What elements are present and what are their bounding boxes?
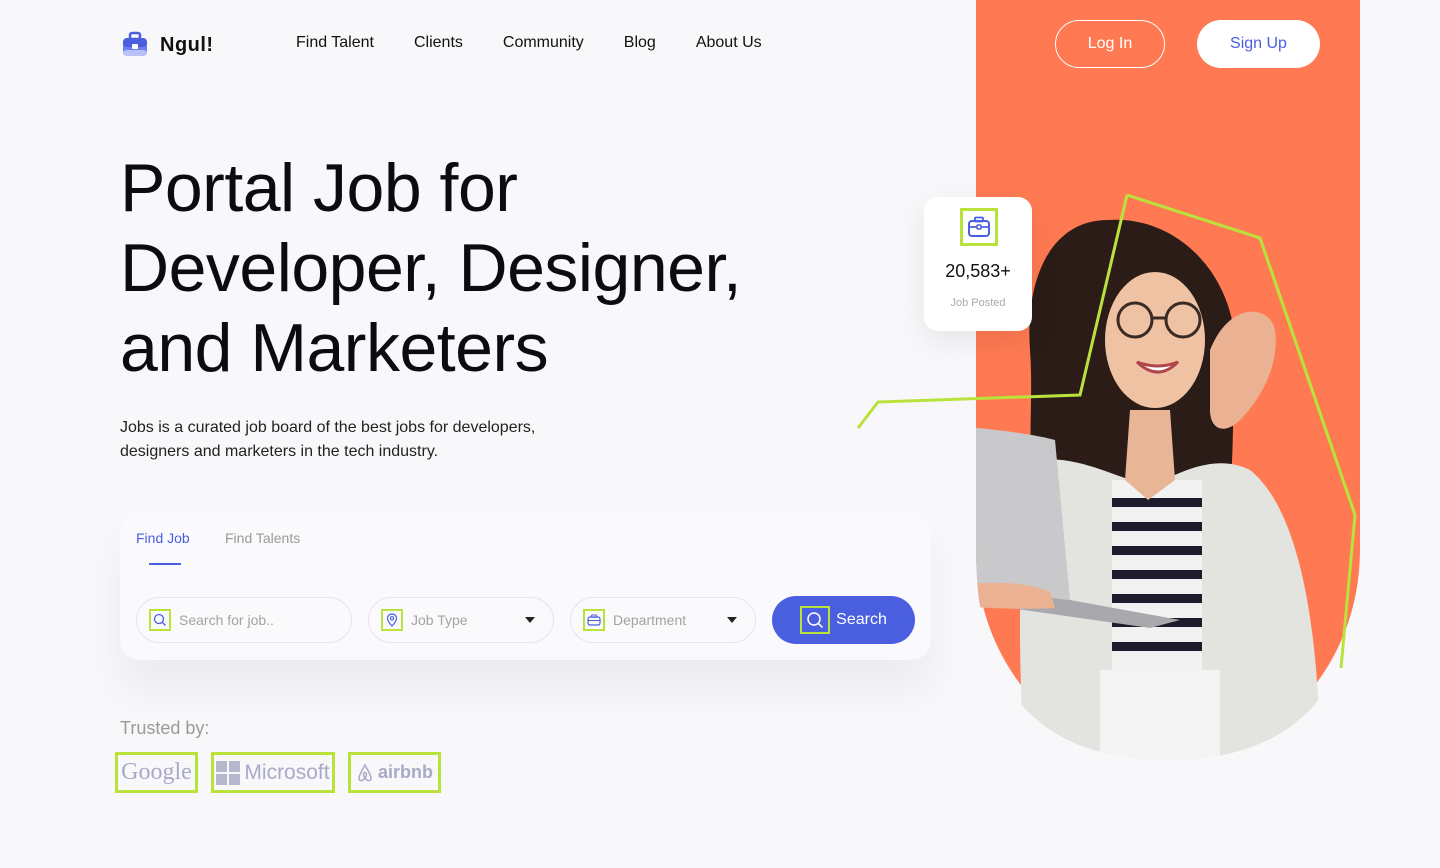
- headline-line-2: Developer, Designer,: [120, 230, 742, 306]
- trusted-by-label: Trusted by:: [120, 718, 210, 738]
- headline-line-1: Portal Job for: [120, 150, 518, 226]
- chevron-down-icon: [525, 617, 535, 623]
- windows-grid-icon: [216, 760, 241, 785]
- jobs-posted-count: 20,583+: [945, 261, 1011, 281]
- search-button-label: Search: [836, 611, 887, 628]
- signup-button[interactable]: Sign Up: [1197, 20, 1320, 68]
- google-logo-text: Google: [121, 759, 192, 785]
- job-type-select[interactable]: Job Type: [368, 597, 554, 643]
- airbnb-logo: airbnb: [348, 752, 441, 793]
- search-icon: [149, 609, 171, 631]
- job-search-field[interactable]: [136, 597, 352, 643]
- login-button[interactable]: Log In: [1055, 20, 1165, 68]
- airbnb-logo-text: airbnb: [377, 762, 433, 782]
- search-button[interactable]: Search: [772, 596, 915, 644]
- briefcase-logo-icon: [123, 31, 147, 56]
- department-value: Department: [613, 612, 687, 628]
- nav-about-us[interactable]: About Us: [696, 34, 762, 52]
- jobs-posted-stat-card: 20,583+ Job Posted: [924, 197, 1032, 331]
- jobs-posted-label: Job Posted: [950, 297, 1006, 309]
- search-icon: [800, 606, 831, 634]
- hero-subtext: Jobs is a curated job board of the best …: [120, 419, 536, 460]
- department-select[interactable]: Department: [570, 597, 756, 643]
- microsoft-logo-text: Microsoft: [244, 760, 330, 784]
- hero-headline: Portal Job for Developer, Designer, and …: [120, 148, 880, 388]
- nav-blog[interactable]: Blog: [624, 34, 656, 52]
- main-nav: Find Talent Clients Community Blog About…: [296, 34, 762, 52]
- job-type-value: Job Type: [411, 612, 468, 628]
- nav-find-talent[interactable]: Find Talent: [296, 34, 374, 52]
- logo[interactable]: Ngul!: [120, 30, 214, 60]
- tab-find-job[interactable]: Find Job: [136, 530, 190, 546]
- logo-text: Ngul!: [160, 33, 214, 56]
- google-logo: Google: [115, 752, 198, 793]
- chevron-down-icon: [727, 617, 737, 623]
- location-pin-icon: [381, 609, 403, 631]
- briefcase-icon: [960, 208, 998, 246]
- search-card: Find Job Find Talents Job Type Departmen…: [120, 512, 931, 660]
- tab-find-talents[interactable]: Find Talents: [225, 530, 300, 546]
- job-search-input[interactable]: [179, 612, 349, 628]
- active-tab-indicator: [149, 563, 181, 565]
- microsoft-logo: Microsoft: [211, 752, 335, 793]
- nav-community[interactable]: Community: [503, 34, 584, 52]
- headline-line-3: and Marketers: [120, 310, 549, 386]
- nav-clients[interactable]: Clients: [414, 34, 463, 52]
- airbnb-belo-icon: [358, 762, 372, 781]
- hero-background-panel: [976, 0, 1360, 760]
- briefcase-icon: [583, 609, 605, 631]
